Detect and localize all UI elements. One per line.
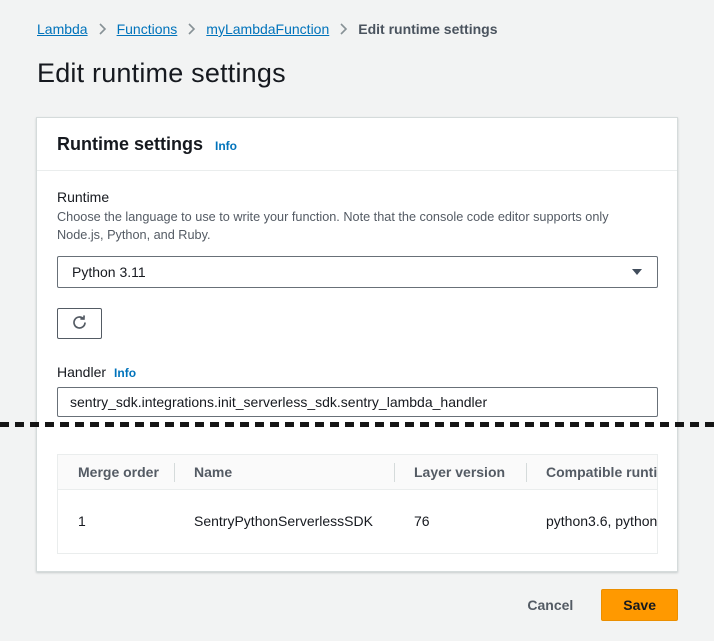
cancel-button[interactable]: Cancel: [527, 597, 573, 613]
runtime-field-description: Choose the language to use to write your…: [57, 208, 657, 244]
page-title: Edit runtime settings: [37, 58, 286, 89]
panel-title: Runtime settings: [57, 118, 203, 171]
save-button[interactable]: Save: [601, 589, 678, 621]
handler-input[interactable]: [57, 387, 658, 417]
layers-table-header-row: Merge order Name Layer version Compatibl…: [58, 455, 658, 490]
panel-header: Runtime settings Info: [37, 118, 677, 171]
runtime-select[interactable]: Python 3.11: [57, 256, 658, 288]
chevron-right-icon: [339, 23, 348, 35]
table-row: 1 SentryPythonServerlessSDK 76 python3.6…: [58, 490, 658, 554]
column-header-layer-version: Layer version: [394, 455, 526, 490]
column-header-merge-order: Merge order: [58, 455, 174, 490]
column-header-name: Name: [174, 455, 394, 490]
breadcrumb-function-name[interactable]: myLambdaFunction: [206, 21, 329, 37]
cell-layer-name: SentryPythonServerlessSDK: [174, 490, 394, 554]
caret-down-icon: [631, 263, 643, 281]
refresh-runtimes-button[interactable]: [57, 308, 102, 339]
runtime-selected-value: Python 3.11: [72, 264, 146, 280]
form-actions: Cancel Save: [527, 589, 678, 621]
breadcrumb: Lambda Functions myLambdaFunction Edit r…: [37, 21, 497, 37]
panel-info-link[interactable]: Info: [215, 139, 237, 153]
breadcrumb-lambda[interactable]: Lambda: [37, 21, 88, 37]
runtime-settings-panel: Runtime settings Info Runtime Choose the…: [36, 117, 678, 572]
handler-field-label: Handler: [57, 364, 106, 380]
layers-table: Merge order Name Layer version Compatibl…: [57, 454, 658, 554]
chevron-right-icon: [98, 23, 107, 35]
panel-body: Runtime Choose the language to use to wr…: [37, 171, 677, 571]
refresh-icon: [71, 314, 88, 334]
cell-merge-order: 1: [58, 490, 174, 554]
cell-compatible-runtimes: python3.6, python: [526, 490, 658, 554]
column-header-compatible-runtimes: Compatible runtimes: [526, 455, 658, 490]
handler-info-link[interactable]: Info: [114, 366, 136, 380]
snip-dashed-line: [0, 422, 714, 427]
edit-runtime-settings-page: Lambda Functions myLambdaFunction Edit r…: [0, 0, 714, 641]
runtime-field-label: Runtime: [57, 189, 657, 205]
cell-layer-version: 76: [394, 490, 526, 554]
breadcrumb-current: Edit runtime settings: [358, 21, 497, 37]
breadcrumb-functions[interactable]: Functions: [117, 21, 178, 37]
chevron-right-icon: [187, 23, 196, 35]
